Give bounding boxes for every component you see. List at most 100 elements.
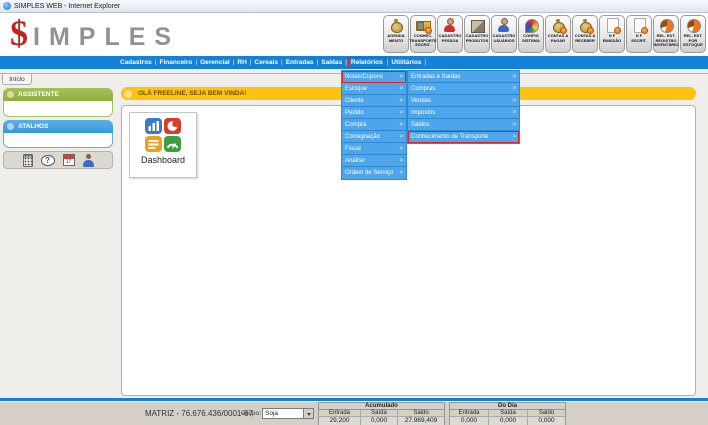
calculator-icon[interactable]	[23, 154, 33, 167]
dropdown-item-compra[interactable]: Compra >	[342, 119, 406, 131]
dropdown-item-label: Cliente	[345, 98, 364, 104]
toolbar-button-conhec-transporte[interactable]: CONHEC. TRANSPORTE ESCRIT.	[410, 15, 436, 53]
atalhos-label: ATALHOS	[18, 123, 48, 130]
acumulado-saida-value: 0,000	[361, 417, 398, 425]
dropdown-item-estoque[interactable]: Estoque >	[342, 83, 406, 95]
user-icon[interactable]	[83, 154, 94, 167]
internet-explorer-icon	[3, 2, 11, 10]
toolbar-button-cadastro-usuarios[interactable]: CADASTRO USUÁRIOS	[491, 15, 517, 53]
acumulado-entrada-value: 29,200	[319, 417, 361, 425]
toolbar-button-contas-a-pagar[interactable]: CONTAS A PAGAR	[545, 15, 571, 53]
menu-saidas[interactable]: Saídas	[319, 58, 344, 67]
sidebar-quick-icons-panel: ? 17	[3, 151, 113, 169]
menubar: Cadastros | Financeiro | Gerencial | RH …	[0, 56, 708, 69]
money-bag-plus-icon	[577, 18, 593, 33]
submenu-item-label: Conhecimento de Transporte	[411, 134, 488, 140]
column-header: Saída	[361, 410, 398, 417]
group-label: Grupo:	[241, 410, 261, 417]
toolbar-button-contas-a-receber[interactable]: CONTAS A RECEBER	[572, 15, 598, 53]
submenu-arrow-icon: >	[399, 158, 403, 164]
menu-gerencial[interactable]: Gerencial	[198, 58, 232, 67]
menu-entradas[interactable]: Entradas	[284, 58, 316, 67]
assistente-panel-body	[3, 101, 113, 117]
toolbar-button-label: CONHEC. TRANSPORTE ESCRIT.	[408, 34, 438, 48]
dropdown-item-label: Estoque	[345, 86, 367, 92]
group-select[interactable]: Soja	[262, 408, 314, 419]
dropdown-item-fiscal[interactable]: Fiscal >	[342, 143, 406, 155]
submenu-item-vendas[interactable]: Vendas >	[408, 95, 519, 107]
dashboard-tile[interactable]: Dashboard	[129, 112, 197, 178]
dropdown-item-pedido[interactable]: Pedido >	[342, 107, 406, 119]
column-header: Entrada	[450, 410, 489, 417]
submenu-arrow-icon: >	[512, 122, 516, 128]
toolbar-button-agendamento[interactable]: AGENDA MENTO	[383, 15, 409, 53]
tab-inicio[interactable]: Início	[2, 74, 32, 85]
window-title: SIMPLES WEB - Internet Explorer	[14, 3, 120, 10]
submenu-item-label: Impostos	[411, 110, 435, 116]
menu-separator: |	[423, 59, 427, 66]
toolbar-button-label: CADASTRO USUÁRIOS	[492, 34, 517, 43]
calendar-day: 17	[64, 159, 74, 165]
toolbar-button-rel-por-estoque[interactable]: REL. EST. POR ESTOQUE	[680, 15, 706, 53]
do-dia-table: Do Dia Entrada Saída Saldo 0,000 0,000 0…	[449, 402, 566, 425]
column-header: Entrada	[319, 410, 361, 417]
sidebar-panel-assistente[interactable]: ASSISTENTE	[3, 88, 113, 101]
submenu-item-conhecimento-de-transporte[interactable]: Conhecimento de Transporte >	[408, 131, 519, 143]
dropdown-item-notas-cupons[interactable]: Notas/Cupons >	[342, 71, 406, 83]
chevron-down-icon[interactable]	[303, 409, 313, 418]
toolbar-button-cadastro-pessoa[interactable]: CADASTRO PESSOA	[437, 15, 463, 53]
help-icon[interactable]: ?	[41, 155, 55, 166]
document-plus-icon	[631, 18, 647, 33]
dropdown-item-label: Consignação	[345, 134, 380, 140]
submenu-arrow-icon: >	[399, 86, 403, 92]
toolbar-button-nf-escrit[interactable]: N F ESCRIT.	[626, 15, 652, 53]
menu-relatorios[interactable]: Relatórios	[348, 57, 386, 68]
submenu-item-impostos[interactable]: Impostos >	[408, 107, 519, 119]
submenu-item-saldos[interactable]: Saldos >	[408, 119, 519, 131]
submenu-arrow-icon: >	[512, 134, 516, 140]
menu-financeiro[interactable]: Financeiro	[158, 58, 195, 67]
toolbar-button-config-sistema[interactable]: CONFIG SISTEMA	[518, 15, 544, 53]
dropdown-item-analise[interactable]: Análise >	[342, 155, 406, 167]
toolbar-button-rel-registro-inventario[interactable]: REL. EST. REGISTRO INVENTÁRIO	[653, 15, 679, 53]
statusbar: MATRIZ - 76.676.436/0001-67 Grupo: Soja …	[0, 401, 708, 425]
toolbar-button-nf-emissao[interactable]: N F EMISSÃO	[599, 15, 625, 53]
toolbar-button-cadastro-produtos[interactable]: CADASTRO PRODUTOS	[464, 15, 490, 53]
logo-dollar-glyph: $	[10, 14, 28, 52]
toolbar-button-label: REL. EST. REGISTRO INVENTÁRIO	[653, 34, 680, 48]
group-select-value: Soja	[263, 409, 303, 418]
app-logo: $ IMPLES	[10, 14, 180, 52]
submenu-item-label: Entradas e Saídas	[411, 74, 460, 80]
menu-cadastros[interactable]: Cadastros	[118, 58, 154, 67]
dashboard-icon	[144, 117, 182, 153]
money-bag-plus-icon	[550, 18, 566, 33]
column-header: Saída	[489, 410, 528, 417]
submenu-arrow-icon: >	[399, 74, 403, 80]
menu-cereais[interactable]: Cereais	[253, 58, 281, 67]
submenu-arrow-icon: >	[399, 110, 403, 116]
dropdown-item-label: Pedido	[345, 110, 364, 116]
menu-utilitarios[interactable]: Utilitários	[389, 58, 423, 67]
window-titlebar: SIMPLES WEB - Internet Explorer	[0, 0, 708, 13]
color-fan-icon	[523, 18, 539, 33]
calendar-icon[interactable]: 17	[63, 154, 75, 166]
do-dia-saldo-value: 0,000	[528, 417, 565, 425]
money-bag-icon	[388, 18, 404, 33]
column-header: Saldo	[398, 410, 444, 417]
submenu-item-compras[interactable]: Compras >	[408, 83, 519, 95]
dropdown-item-consignacao[interactable]: Consignação >	[342, 131, 406, 143]
do-dia-entrada-value: 0,000	[450, 417, 489, 425]
do-dia-saida-value: 0,000	[489, 417, 528, 425]
submenu-item-label: Vendas	[411, 98, 431, 104]
dropdown-item-ordem-de-servico[interactable]: Ordem de Serviço >	[342, 167, 406, 179]
dropdown-item-cliente[interactable]: Cliente >	[342, 95, 406, 107]
sidebar-panel-atalhos[interactable]: ATALHOS	[3, 120, 113, 133]
submenu-arrow-icon: >	[512, 74, 516, 80]
pie-chart-icon	[685, 18, 701, 33]
toolbar-button-label: N F EMISSÃO	[600, 34, 624, 43]
submenu-arrow-icon: >	[512, 98, 516, 104]
toolbar-button-label: CONTAS A RECEBER	[573, 34, 597, 43]
quick-access-toolbar: AGENDA MENTO CONHEC. TRANSPORTE ESCRIT. …	[383, 15, 706, 53]
submenu-item-entradas-e-saidas[interactable]: Entradas e Saídas >	[408, 71, 519, 83]
menu-rh[interactable]: RH	[235, 58, 248, 67]
